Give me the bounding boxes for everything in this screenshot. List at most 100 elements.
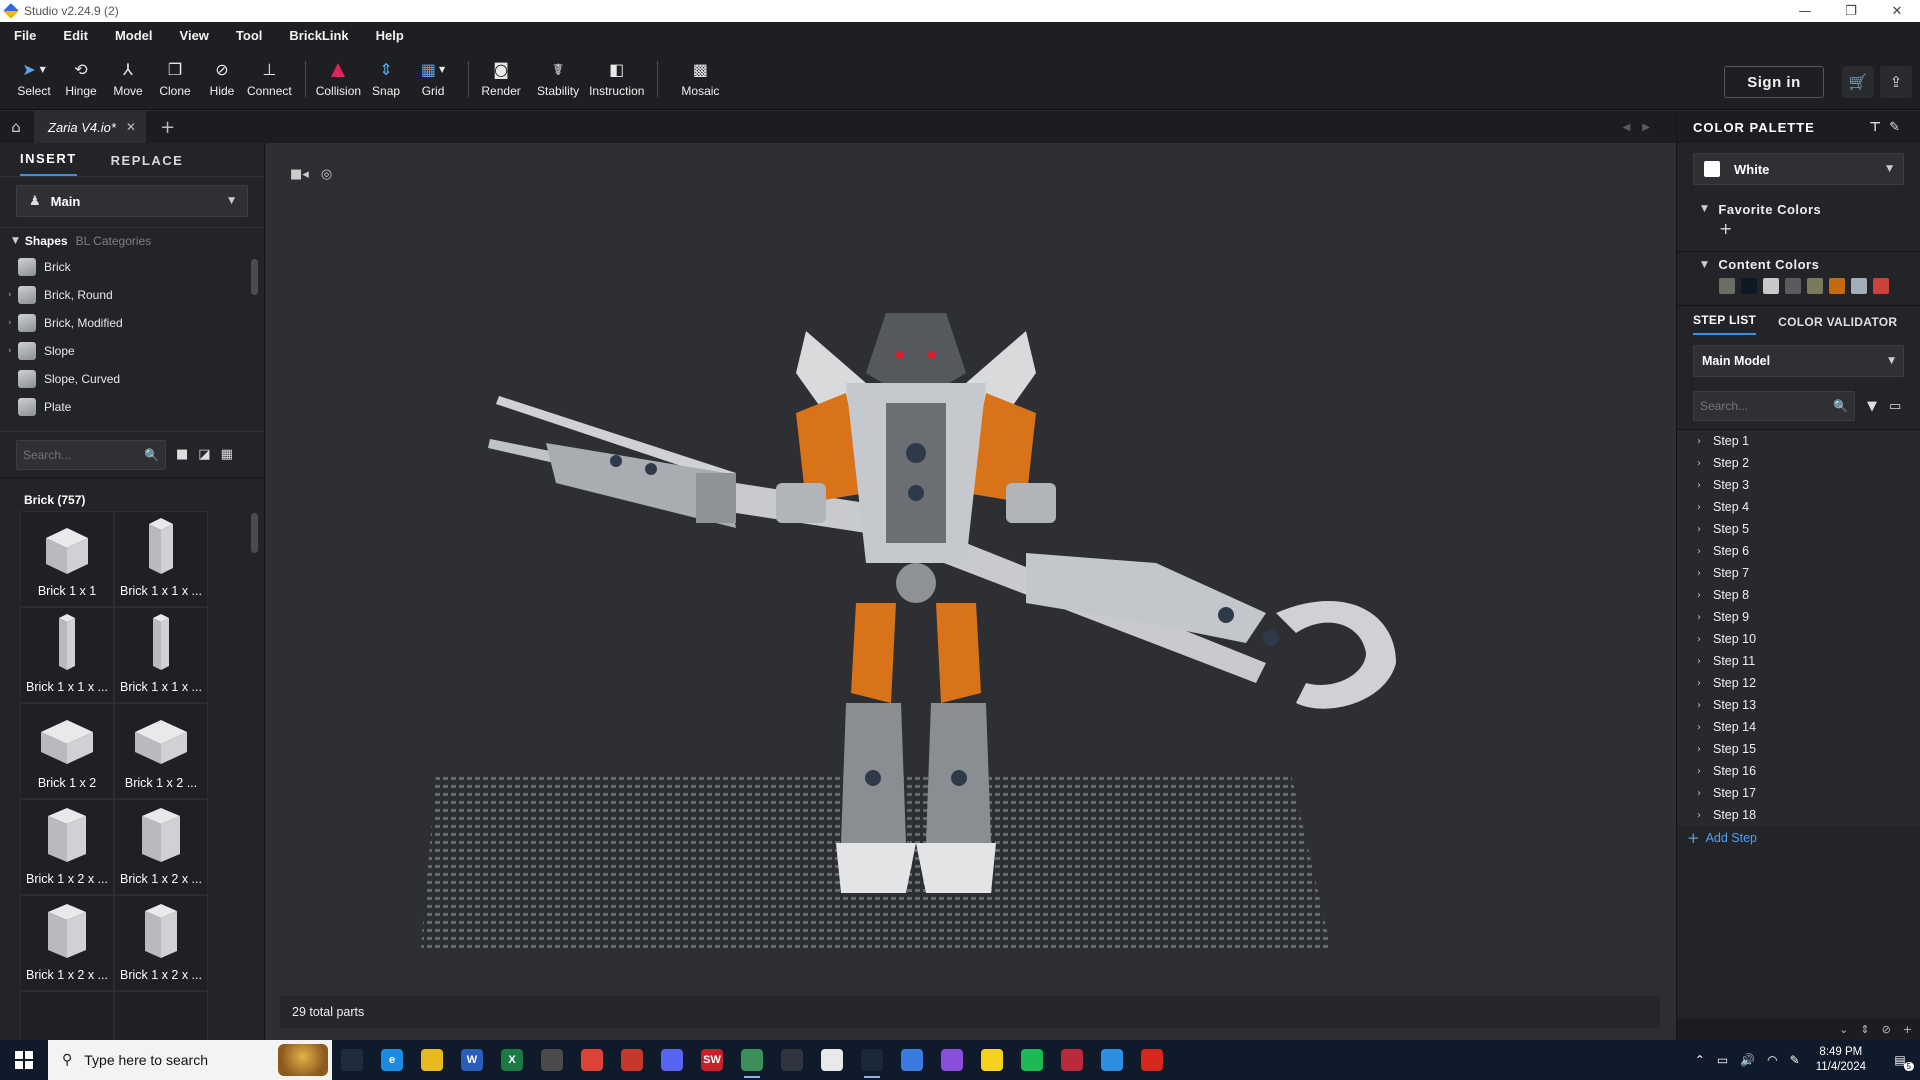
brick-tile[interactable]: Brick 1 x 1 — [20, 511, 114, 607]
chevron-right-icon[interactable]: › — [8, 346, 18, 356]
brick-tile[interactable]: Brick 1 x 2 — [20, 703, 114, 799]
chevron-right-icon[interactable]: › — [1697, 480, 1701, 491]
content-color-swatch[interactable] — [1851, 278, 1867, 294]
taskbar-app-palette-app[interactable] — [772, 1040, 812, 1080]
shape-item-slope[interactable]: › Slope — [0, 337, 264, 365]
menu-file[interactable]: File — [14, 28, 36, 43]
chevron-right-icon[interactable]: › — [1697, 612, 1701, 623]
pen-icon[interactable]: ✎ — [1790, 1053, 1800, 1067]
taskbar-app-bricklink-studio[interactable] — [732, 1040, 772, 1080]
taskbar-app-minecraft[interactable] — [532, 1040, 572, 1080]
taskbar-app-edge[interactable]: e — [372, 1040, 412, 1080]
minimize-button[interactable]: — — [1782, 0, 1828, 22]
taskbar-app-purple-app[interactable] — [932, 1040, 972, 1080]
brick-tile[interactable]: Brick 1 x 2 x ... — [20, 895, 114, 991]
notification-center[interactable]: ▤ 5 — [1880, 1053, 1920, 1071]
shape-item-brick-round[interactable]: › Brick, Round — [0, 281, 264, 309]
tab-zaria[interactable]: Zaria V4.io* ✕ — [34, 111, 146, 143]
taskbar-search[interactable]: ⚲ Type here to search — [48, 1040, 332, 1080]
expand-icon[interactable]: ⇕ — [1860, 1023, 1869, 1036]
brick-tile[interactable]: Brick 1 x 2 x ... — [20, 799, 114, 895]
step-item[interactable]: › Step 11 — [1677, 650, 1920, 672]
content-color-swatch[interactable] — [1785, 278, 1801, 294]
3d-viewport[interactable]: ■◂ ◎ 29 total parts — [266, 143, 1676, 1040]
hide-tool[interactable]: ⊘ Hide — [200, 54, 244, 104]
step-item[interactable]: › Step 3 — [1677, 474, 1920, 496]
battery-icon[interactable]: ▭ — [1717, 1053, 1728, 1067]
bl-categories-tab[interactable]: BL Categories — [76, 234, 152, 248]
chevron-right-icon[interactable]: › — [1697, 656, 1701, 667]
step-item[interactable]: › Step 12 — [1677, 672, 1920, 694]
brick-tile[interactable]: Brick 1 x 1 x ... — [114, 511, 208, 607]
reset-view-icon[interactable]: ◎ — [321, 167, 332, 182]
chevron-right-icon[interactable]: › — [1697, 788, 1701, 799]
chevron-right-icon[interactable]: › — [1697, 568, 1701, 579]
step-item[interactable]: › Step 2 — [1677, 452, 1920, 474]
sign-in-button[interactable]: Sign in — [1724, 66, 1824, 98]
taskbar-app-arc-app[interactable] — [892, 1040, 932, 1080]
upload-icon[interactable]: ⇪ — [1880, 66, 1912, 98]
taskbar-app-photos[interactable] — [1092, 1040, 1132, 1080]
taskbar-app-discord[interactable] — [652, 1040, 692, 1080]
clock[interactable]: 8:49 PM 11/4/2024 — [1816, 1045, 1866, 1075]
chevron-right-icon[interactable]: › — [1697, 810, 1701, 821]
content-colors-section[interactable]: ▼ Content Colors — [1677, 251, 1920, 273]
tab-replace[interactable]: REPLACE — [111, 153, 184, 176]
chevron-right-icon[interactable]: › — [8, 290, 18, 300]
collapse-icon[interactable]: ⌄ — [1839, 1023, 1848, 1036]
shape-item-slope-curved[interactable]: Slope, Curved — [0, 365, 264, 393]
step-item[interactable]: › Step 9 — [1677, 606, 1920, 628]
brick-grid-scrollbar[interactable] — [251, 513, 258, 553]
connect-tool[interactable]: ⊥ Connect — [247, 54, 292, 104]
grid-tool[interactable]: ▦ ▼ Grid — [411, 54, 455, 104]
collision-tool[interactable]: Collision — [316, 54, 361, 104]
step-item[interactable]: › Step 7 — [1677, 562, 1920, 584]
step-item[interactable]: › Step 15 — [1677, 738, 1920, 760]
brick-tile[interactable]: Brick 1 x 1 x ... — [114, 607, 208, 703]
solid-view-icon[interactable]: ■ — [176, 447, 188, 462]
shape-item-plate[interactable]: Plate — [0, 393, 264, 421]
chevron-up-icon[interactable]: ⌃ — [1695, 1053, 1705, 1067]
shapes-tab[interactable]: Shapes — [25, 234, 68, 248]
menu-edit[interactable]: Edit — [63, 28, 88, 43]
chevron-right-icon[interactable]: › — [1697, 436, 1701, 447]
chevron-right-icon[interactable]: › — [1697, 546, 1701, 557]
volume-icon[interactable]: 🔊 — [1740, 1053, 1755, 1067]
chevron-right-icon[interactable]: › — [1697, 634, 1701, 645]
taskbar-app-solidworks[interactable]: SW — [692, 1040, 732, 1080]
shape-list-scrollbar[interactable] — [251, 259, 258, 295]
add-step-button[interactable]: + Add Step — [1677, 826, 1920, 850]
brick-tile[interactable]: Brick 1 x 2 ... — [114, 703, 208, 799]
step-item[interactable]: › Step 17 — [1677, 782, 1920, 804]
step-item[interactable]: › Step 4 — [1677, 496, 1920, 518]
close-tab-icon[interactable]: ✕ — [126, 120, 136, 134]
chevron-down-icon[interactable]: ▼ — [12, 236, 19, 246]
step-item[interactable]: › Step 8 — [1677, 584, 1920, 606]
view-toggle-icon[interactable]: ▭ — [1889, 399, 1901, 414]
move-tool[interactable]: ⅄ Move — [106, 54, 150, 104]
content-color-swatch[interactable] — [1763, 278, 1779, 294]
instruction-tool[interactable]: ◧ Instruction — [589, 54, 644, 104]
search-icon[interactable]: 🔍 — [144, 448, 159, 462]
cart-icon[interactable]: 🛒 — [1842, 66, 1874, 98]
mosaic-tool[interactable]: ▩ Mosaic — [678, 54, 722, 104]
taskbar-app-acrobat[interactable] — [1132, 1040, 1172, 1080]
taskbar-app-steam[interactable] — [852, 1040, 892, 1080]
chevron-right-icon[interactable]: › — [1697, 678, 1701, 689]
taskbar-app-spotify[interactable] — [1012, 1040, 1052, 1080]
brick-tile[interactable]: Brick 1 x 2 x ... — [114, 799, 208, 895]
chevron-right-icon[interactable]: › — [1697, 700, 1701, 711]
snap-tool[interactable]: ⇕ Snap — [364, 54, 408, 104]
chevron-right-icon[interactable]: › — [1697, 458, 1701, 469]
menu-help[interactable]: Help — [376, 28, 404, 43]
set-selector[interactable]: ♟ Main ▼ — [16, 185, 248, 217]
chevron-right-icon[interactable]: › — [1697, 744, 1701, 755]
brick-tile[interactable]: Brick 1 x 2 x ... — [114, 895, 208, 991]
step-item[interactable]: › Step 14 — [1677, 716, 1920, 738]
step-item[interactable]: › Step 10 — [1677, 628, 1920, 650]
add-icon[interactable]: + — [1903, 1023, 1912, 1036]
parts-search-input[interactable] — [23, 447, 145, 462]
chevron-right-icon[interactable]: › — [1697, 722, 1701, 733]
step-item[interactable]: › Step 6 — [1677, 540, 1920, 562]
grid-view-icon[interactable]: ▦ — [221, 447, 233, 462]
